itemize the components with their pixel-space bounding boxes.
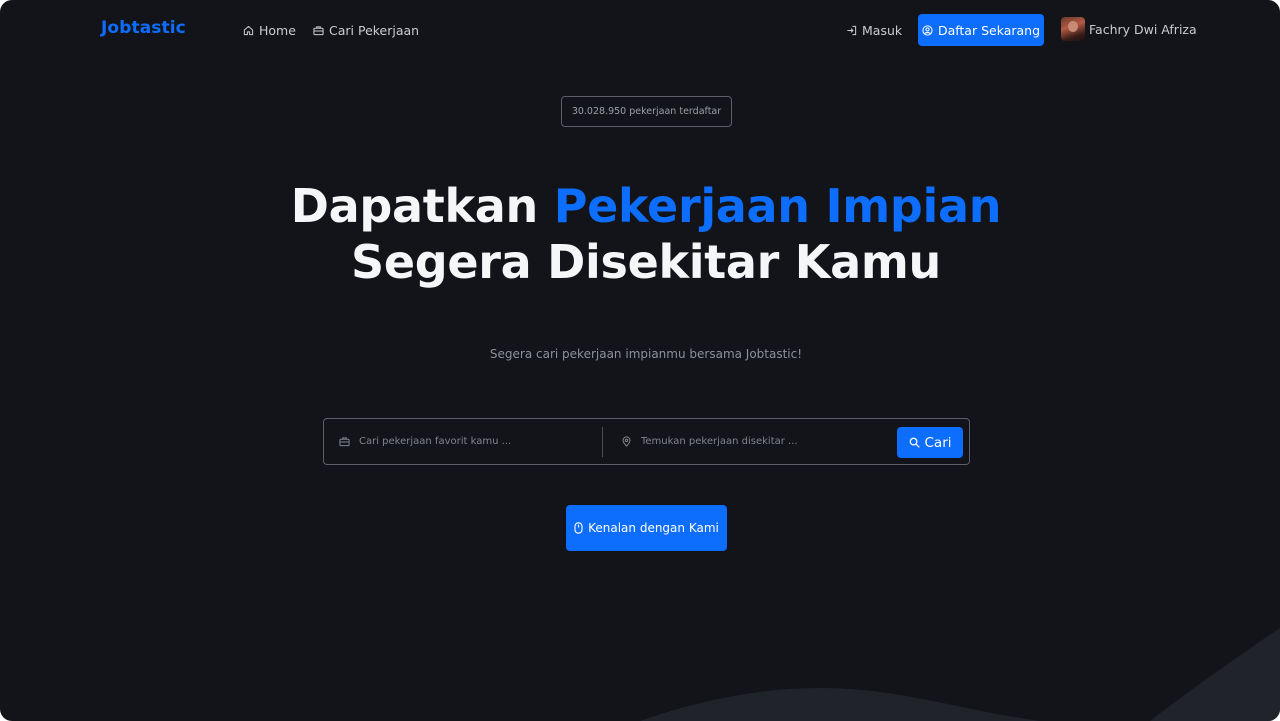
- register-button-label: Daftar Sekarang: [937, 22, 1041, 38]
- hero-headline: Dapatkan Pekerjaan Impian Segera Disekit…: [0, 178, 1280, 290]
- hero-subtitle: Segera cari pekerjaan impianmu bersama J…: [489, 347, 803, 361]
- brand-logo[interactable]: Jobtastic: [101, 18, 186, 38]
- page-window: Jobtastic Home Cari Pekerjaan Masuk Daft…: [0, 0, 1280, 721]
- mouse-icon: [574, 522, 583, 534]
- briefcase-icon: [339, 437, 350, 447]
- nav-jobs-label: Cari Pekerjaan: [329, 22, 420, 38]
- nav-login-link[interactable]: Masuk: [846, 21, 902, 39]
- user-circle-icon: [922, 24, 933, 36]
- briefcase-icon: [313, 25, 324, 35]
- job-search-field[interactable]: [339, 419, 601, 464]
- job-search-input[interactable]: [359, 436, 589, 447]
- map-pin-icon: [622, 436, 631, 447]
- home-icon: [243, 25, 254, 35]
- job-count-badge: 30.028.950 pekerjaan terdaftar: [561, 96, 732, 127]
- navbar: Jobtastic Home Cari Pekerjaan Masuk Daft…: [0, 0, 1280, 60]
- search-icon: [909, 437, 920, 448]
- search-button[interactable]: Cari: [897, 427, 963, 458]
- about-us-button[interactable]: Kenalan dengan Kami: [566, 505, 727, 551]
- search-divider: [602, 427, 603, 457]
- user-name: Fachry Dwi Afriza: [1089, 21, 1197, 37]
- nav-home-label: Home: [259, 22, 296, 38]
- nav-home-link[interactable]: Home: [243, 21, 296, 39]
- location-search-input[interactable]: [641, 436, 871, 447]
- nav-jobs-link[interactable]: Cari Pekerjaan: [313, 21, 419, 39]
- headline-accent: Pekerjaan Impian: [553, 179, 1002, 233]
- register-button[interactable]: Daftar Sekarang: [918, 14, 1044, 46]
- search-button-label: Cari: [924, 434, 952, 451]
- nav-login-label: Masuk: [862, 22, 903, 38]
- user-menu[interactable]: Fachry Dwi Afriza: [1061, 17, 1197, 41]
- avatar: [1061, 17, 1085, 41]
- login-icon: [847, 25, 857, 35]
- about-us-button-label: Kenalan dengan Kami: [588, 521, 719, 535]
- headline-part1: Dapatkan: [290, 179, 554, 233]
- location-search-field[interactable]: [621, 419, 891, 464]
- headline-line2: Segera Disekitar Kamu: [351, 235, 941, 289]
- search-bar: Cari: [323, 418, 970, 465]
